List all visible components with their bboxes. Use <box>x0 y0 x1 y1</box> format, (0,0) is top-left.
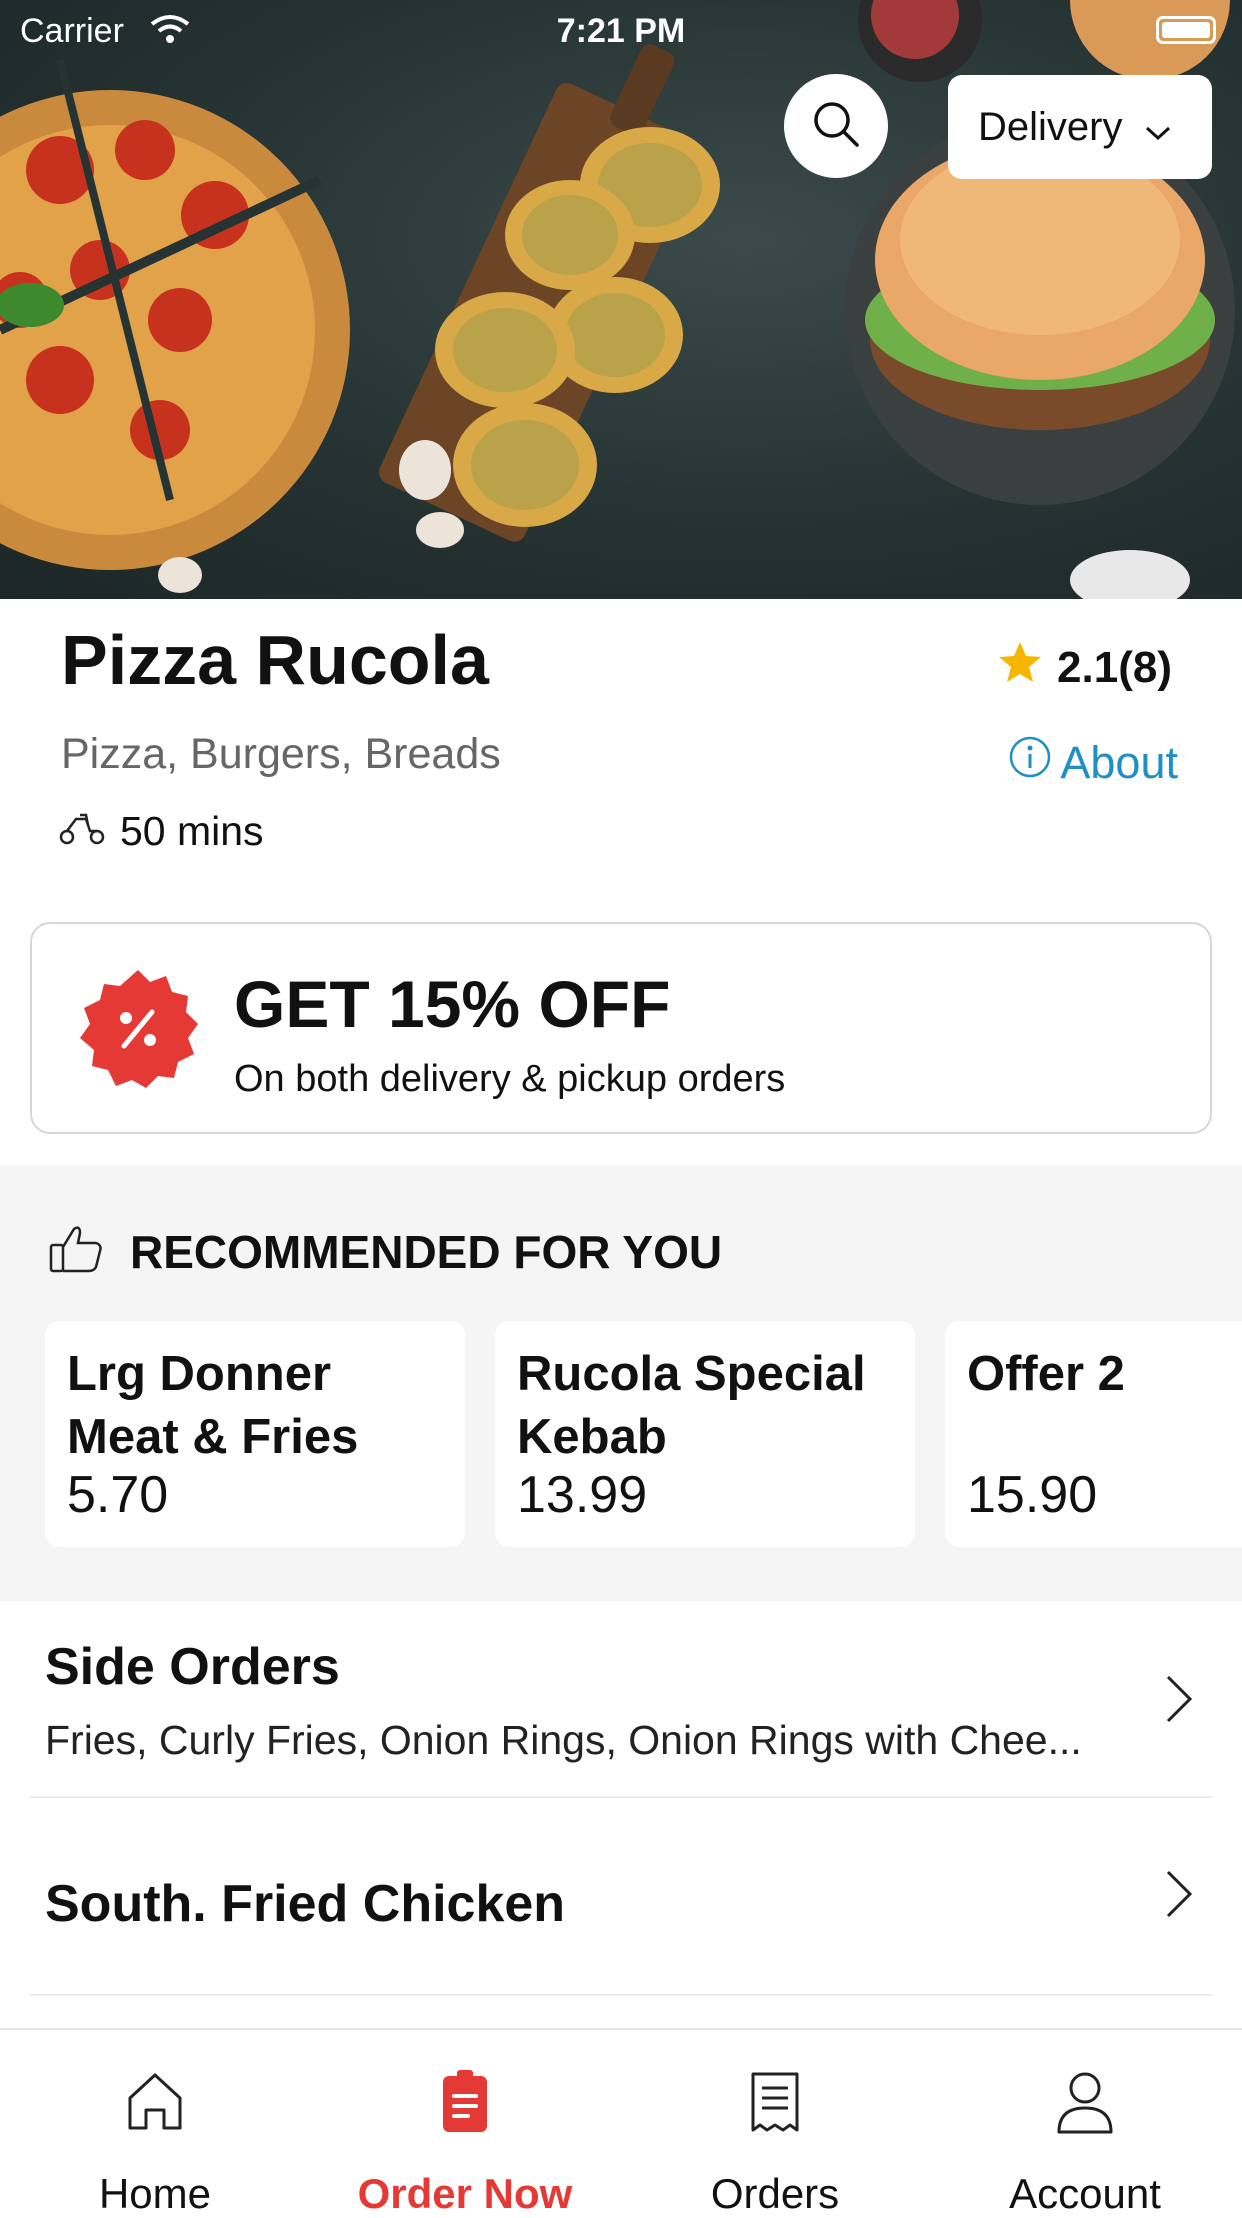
offer-subtitle: On both delivery & pickup orders <box>234 1058 786 1100</box>
eta-value: 50 mins <box>120 808 264 854</box>
hero-banner: Carrier 7:21 PM Delivery <box>0 0 1242 599</box>
tab-account[interactable]: Account <box>930 2030 1240 2217</box>
tab-label: Orders <box>710 2170 840 2217</box>
recommended-item-price: 15.90 <box>967 1466 1098 1524</box>
battery-icon <box>1156 16 1216 44</box>
chevron-down-icon <box>1144 107 1172 152</box>
category-row-side-orders[interactable]: Side Orders Fries, Curly Fries, Onion Ri… <box>0 1601 1242 1797</box>
chevron-right-icon <box>1164 1673 1194 1730</box>
discount-offer-card[interactable]: GET 15% OFF On both delivery & pickup or… <box>30 922 1212 1134</box>
star-icon <box>997 640 1043 695</box>
category-name: South. Fried Chicken <box>45 1875 566 1933</box>
chevron-right-icon <box>1164 1868 1194 1925</box>
tab-label: Order Now <box>357 2170 573 2217</box>
tab-home[interactable]: Home <box>0 2030 310 2217</box>
home-icon <box>0 2070 310 2134</box>
receipt-icon <box>620 2070 930 2134</box>
delivery-mode-label: Delivery <box>978 104 1123 149</box>
category-name: Side Orders <box>45 1638 340 1696</box>
divider <box>30 1994 1212 1996</box>
recommended-card[interactable]: Lrg Donner Meat & Fries 5.70 <box>45 1321 465 1547</box>
about-label: About <box>1060 736 1178 788</box>
tab-label: Home <box>98 2170 212 2217</box>
tab-label: Account <box>1009 2170 1161 2217</box>
recommended-item-name: Rucola Special Kebab <box>517 1347 866 1464</box>
recommended-title: RECOMMENDED FOR YOU <box>130 1225 723 1278</box>
recommended-card[interactable]: Rucola Special Kebab 13.99 <box>495 1321 915 1547</box>
clock: 7:21 PM <box>556 12 686 50</box>
tab-orders[interactable]: Orders <box>620 2030 930 2217</box>
recommended-card[interactable]: Offer 2 15.90 <box>945 1321 1242 1547</box>
rating: 2.1(8) <box>997 640 1172 695</box>
status-bar: Carrier 7:21 PM <box>0 0 1242 60</box>
cuisine-list: Pizza, Burgers, Breads <box>61 730 501 778</box>
recommended-item-name: Offer 2 <box>967 1347 1125 1401</box>
info-icon <box>1008 735 1052 790</box>
restaurant-name: Pizza Rucola <box>61 621 489 699</box>
recommended-item-name: Lrg Donner Meat & Fries <box>67 1347 359 1464</box>
bottom-tab-bar: Home Order Now Orders Account <box>0 2028 1242 2217</box>
delivery-time: 50 mins <box>58 808 264 855</box>
search-icon <box>810 98 862 155</box>
category-items: Fries, Curly Fries, Onion Rings, Onion R… <box>45 1717 1082 1763</box>
recommended-section: RECOMMENDED FOR YOU Lrg Donner Meat & Fr… <box>0 1165 1242 1601</box>
about-link[interactable]: About <box>1008 735 1178 790</box>
user-icon <box>930 2070 1240 2136</box>
tab-order-now[interactable]: Order Now <box>310 2030 620 2217</box>
discount-badge-icon <box>76 966 200 1095</box>
category-row-south-fried-chicken[interactable]: South. Fried Chicken <box>0 1798 1242 1994</box>
recommended-item-price: 13.99 <box>517 1466 648 1524</box>
delivery-mode-dropdown[interactable]: Delivery <box>948 75 1212 179</box>
recommended-item-price: 5.70 <box>67 1466 169 1524</box>
offer-headline: GET 15% OFF <box>234 967 671 1041</box>
rating-value: 2.1(8) <box>1057 642 1172 692</box>
thumbs-up-icon <box>48 1223 104 1280</box>
scooter-icon <box>58 808 106 855</box>
order-icon <box>310 2070 620 2136</box>
search-button[interactable] <box>784 74 888 178</box>
recommended-header: RECOMMENDED FOR YOU <box>48 1223 722 1280</box>
